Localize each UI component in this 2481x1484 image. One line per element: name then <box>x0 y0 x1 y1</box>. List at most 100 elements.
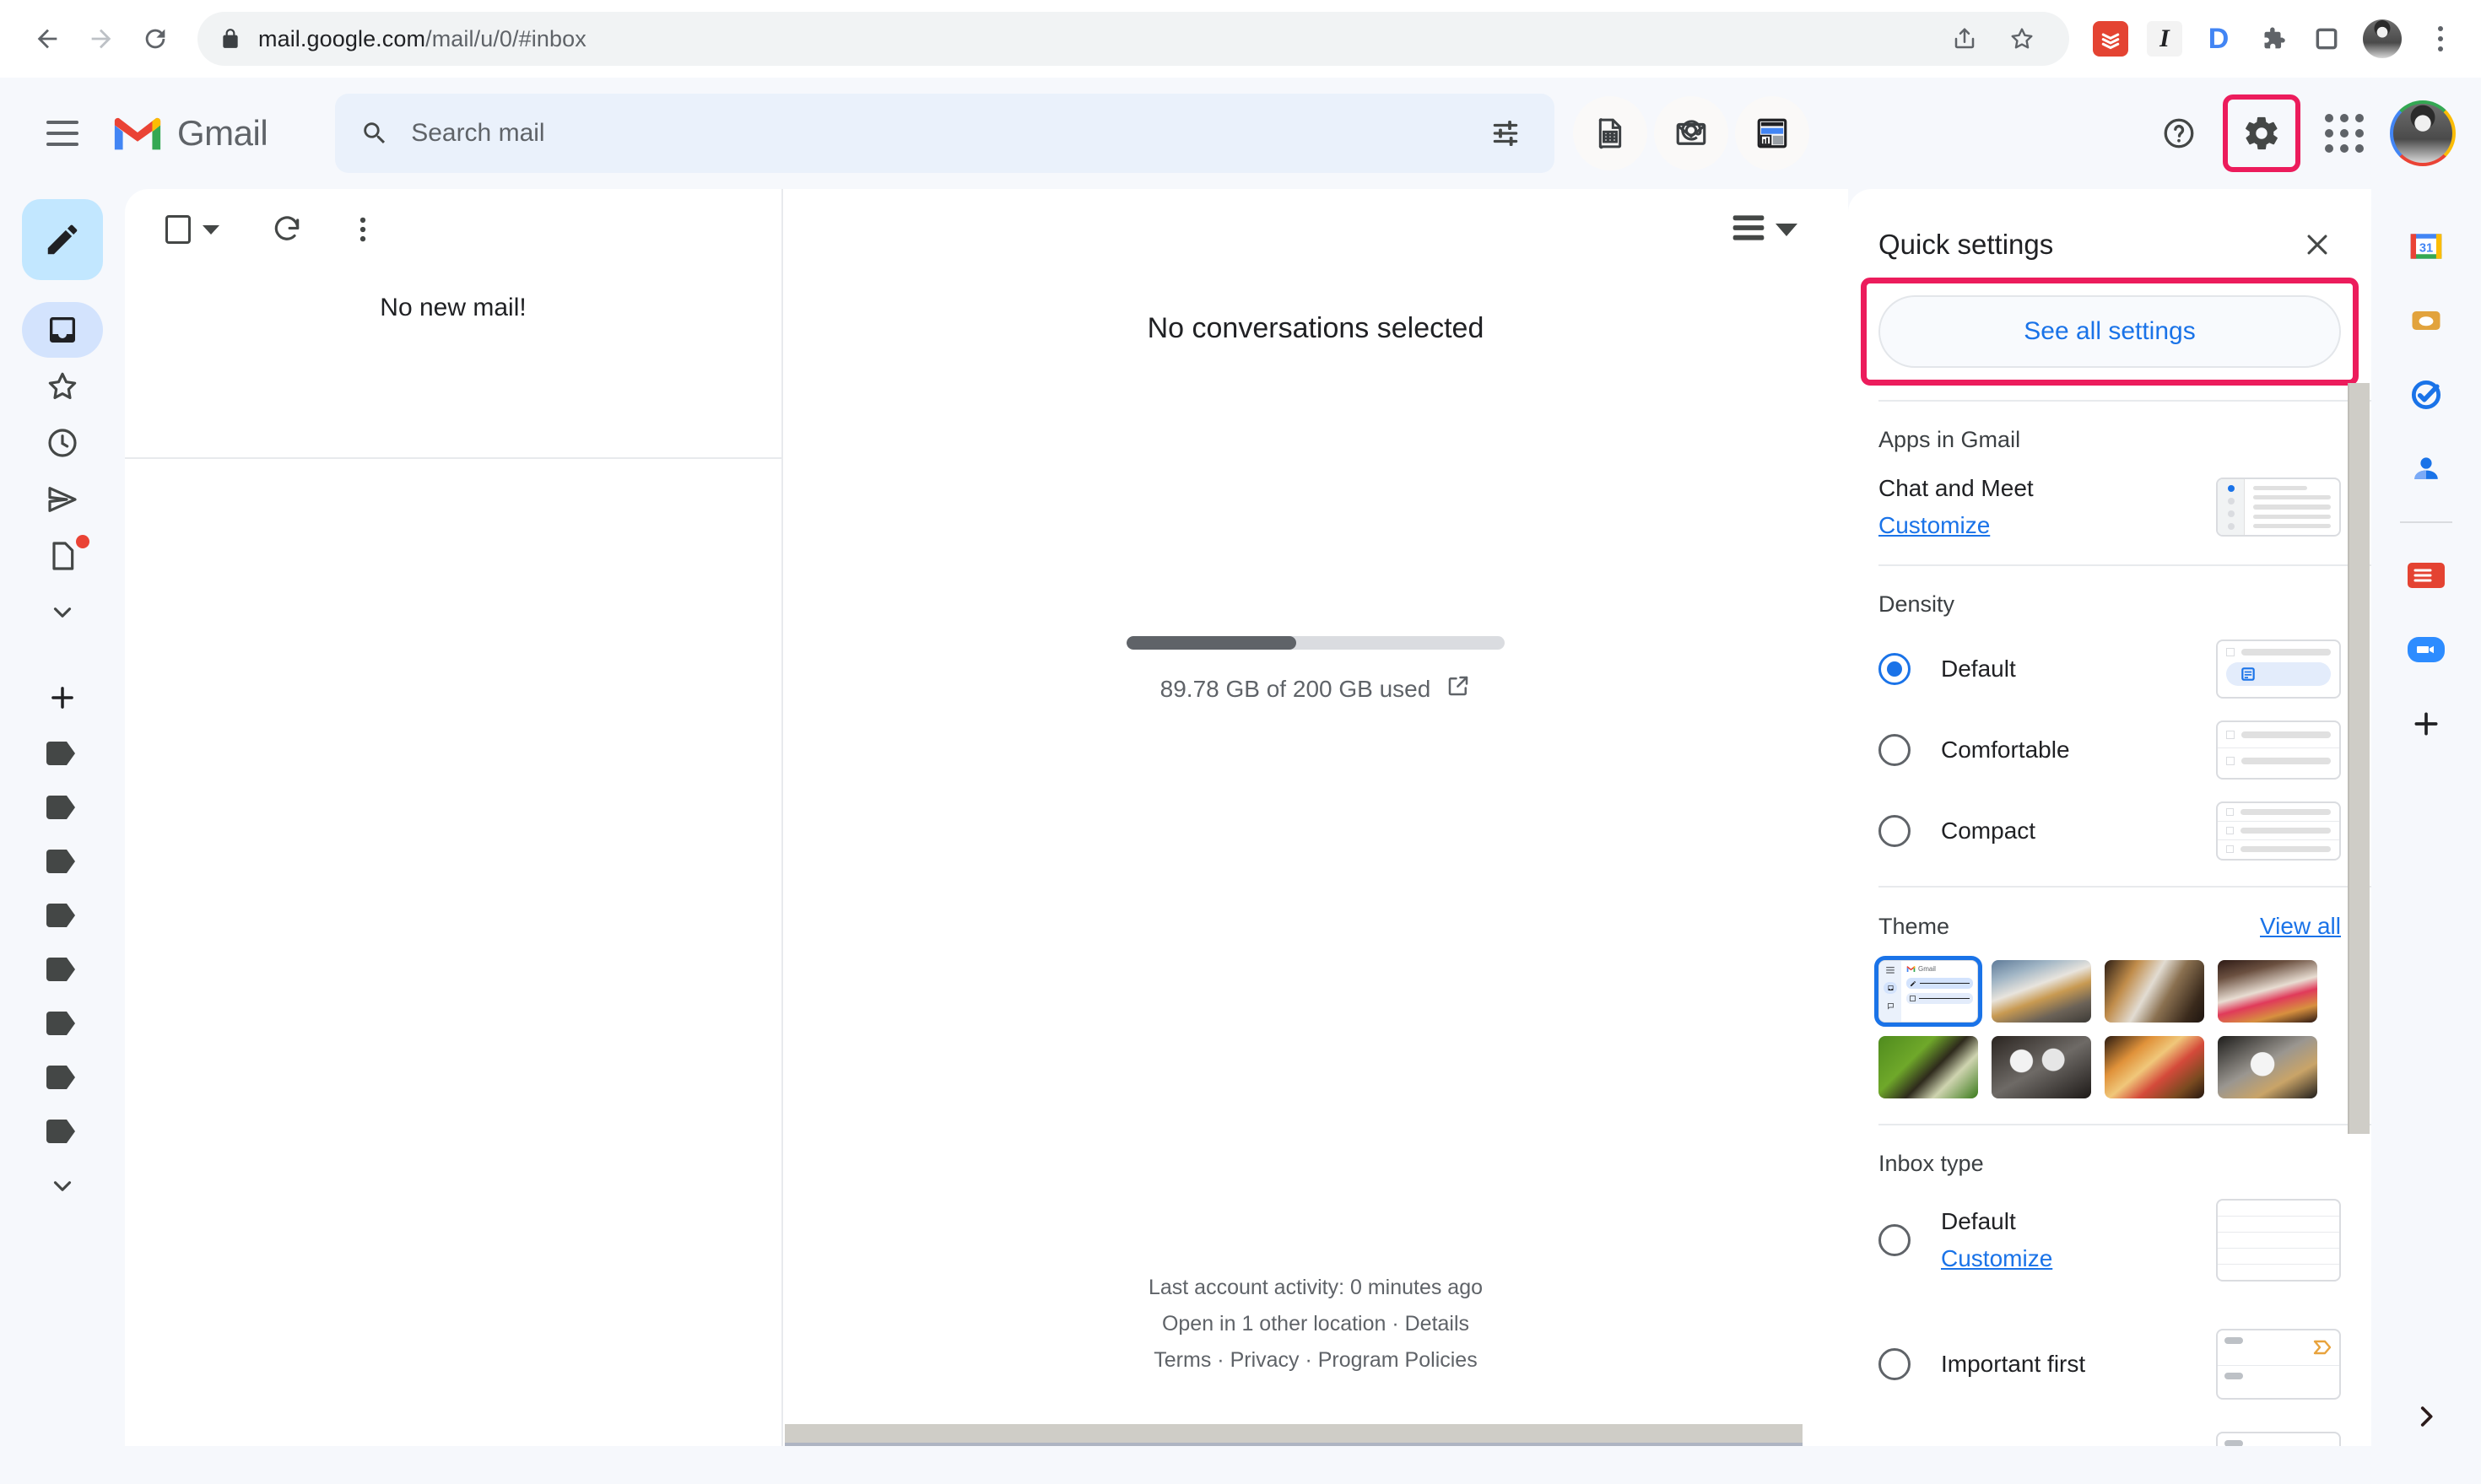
sidebar-label-1[interactable] <box>22 726 103 780</box>
density-default-preview <box>2216 639 2341 699</box>
address-bar[interactable]: mail.google.com/mail/u/0/#inbox <box>197 12 2069 66</box>
display-chevron-down-icon[interactable] <box>1776 223 1797 236</box>
program-policies-link[interactable]: Program Policies <box>1318 1348 1478 1372</box>
privacy-link[interactable]: Privacy <box>1230 1348 1300 1372</box>
display-density-icon[interactable] <box>1730 212 1767 248</box>
theme-photo-architecture-tile[interactable] <box>2105 960 2204 1023</box>
horizontal-scrollbar[interactable] <box>785 1424 1803 1446</box>
back-arrow-icon[interactable] <box>20 12 74 66</box>
sidebar-item-inbox[interactable] <box>22 302 103 358</box>
theme-heading: Theme <box>1878 913 1950 939</box>
chrome-profile-avatar[interactable] <box>2363 19 2402 58</box>
google-contacts-icon[interactable] <box>2389 432 2463 506</box>
sidebar-item-starred[interactable] <box>22 359 103 414</box>
star-icon[interactable] <box>1997 13 2047 64</box>
chrome-menu-icon[interactable] <box>2420 19 2461 59</box>
puzzle-extension-icon[interactable] <box>2255 21 2290 57</box>
google-apps-grid-icon[interactable] <box>2307 96 2381 170</box>
density-default-radio[interactable] <box>1878 653 1911 685</box>
inbox-type-option-important-first[interactable]: Important first <box>1878 1329 2341 1400</box>
reload-icon[interactable] <box>128 12 182 66</box>
density-option-comfortable[interactable]: Comfortable <box>1878 720 2341 780</box>
theme-photo-clouds-tile[interactable] <box>1992 960 2091 1023</box>
inbox-type-default-label: Default <box>1941 1208 2016 1234</box>
sidebar-label-6[interactable] <box>22 996 103 1050</box>
search-box[interactable] <box>335 94 1555 173</box>
sidebar-item-snoozed[interactable] <box>22 415 103 471</box>
todoist-extension-icon[interactable] <box>2093 21 2128 57</box>
quick-settings-vertical-scrollbar[interactable] <box>2348 383 2370 1134</box>
zoom-addon-icon[interactable] <box>2389 612 2463 687</box>
more-options-icon[interactable] <box>332 199 393 260</box>
theme-grid: Gmail <box>1874 956 2341 1098</box>
hamburger-menu-icon[interactable] <box>25 96 100 170</box>
gear-icon[interactable] <box>2223 94 2300 172</box>
inbox-type-customize-link[interactable]: Customize <box>1941 1245 2052 1272</box>
theme-default-light-tile[interactable]: Gmail <box>1874 956 1982 1027</box>
inbox-type-default-radio[interactable] <box>1878 1224 1911 1256</box>
add-addon-icon[interactable] <box>2389 687 2463 761</box>
legal-sep-1: · <box>1211 1348 1230 1372</box>
share-icon[interactable] <box>1939 13 1990 64</box>
theme-photo-autumn-tile[interactable] <box>2105 1036 2204 1098</box>
inbox-type-option-partial[interactable] <box>1878 1432 2341 1446</box>
google-account-avatar[interactable] <box>2390 100 2456 166</box>
open-in-new-icon[interactable] <box>1446 673 1471 704</box>
open-locations[interactable]: Open in 1 other location · Details <box>783 1306 1848 1342</box>
search-input[interactable] <box>411 119 1483 148</box>
density-comfortable-preview <box>2216 720 2341 780</box>
density-option-compact[interactable]: Compact <box>1878 801 2341 861</box>
select-all-checkbox[interactable] <box>162 199 223 260</box>
inbox-type-partial-preview <box>2216 1432 2341 1446</box>
theme-photo-bubbles-tile[interactable] <box>1992 1036 2091 1098</box>
chat-customize-link[interactable]: Customize <box>1878 512 1990 539</box>
density-option-default[interactable]: Default <box>1878 639 2341 699</box>
sidebar-label-3[interactable] <box>22 834 103 888</box>
sidebar-label-8[interactable] <box>22 1104 103 1158</box>
apps-in-gmail-section: Apps in Gmail Chat and Meet Customize <box>1848 402 2371 564</box>
docs-extension-icon[interactable]: D <box>2201 21 2236 57</box>
sidebar-item-drafts[interactable] <box>22 528 103 584</box>
svg-text:31: 31 <box>2419 241 2433 255</box>
search-options-icon[interactable] <box>1482 110 1529 157</box>
sidebar-label-4[interactable] <box>22 888 103 942</box>
terms-link[interactable]: Terms <box>1154 1348 1211 1372</box>
forward-arrow-icon[interactable] <box>74 12 128 66</box>
theme-photo-stones-tile[interactable] <box>2218 1036 2317 1098</box>
sidebar-label-2[interactable] <box>22 780 103 834</box>
sidebar-labels-more-chevron-down-icon[interactable] <box>22 1158 103 1214</box>
todoist-addon-icon[interactable] <box>2389 538 2463 612</box>
dashboard-icon[interactable] <box>1735 96 1810 170</box>
gmail-brand[interactable]: Gmail <box>111 113 268 154</box>
compose-pencil-icon[interactable] <box>22 199 103 280</box>
refresh-icon[interactable] <box>257 199 317 260</box>
quick-settings-header: Quick settings <box>1848 189 2371 278</box>
email-list-pane: No new mail! <box>125 189 781 1446</box>
sidebar-label-7[interactable] <box>22 1050 103 1104</box>
help-icon[interactable] <box>2142 96 2216 170</box>
sidebar-label-5[interactable] <box>22 942 103 996</box>
google-keep-icon[interactable] <box>2389 283 2463 358</box>
chevron-right-icon[interactable] <box>2389 1379 2463 1454</box>
sidebar-more-chevron-down-icon[interactable] <box>22 585 103 640</box>
inbox-type-important-first-radio[interactable] <box>1878 1348 1911 1380</box>
rail-divider <box>2400 521 2452 523</box>
see-all-settings-button[interactable]: See all settings <box>1878 295 2341 368</box>
density-comfortable-radio[interactable] <box>1878 734 1911 766</box>
browser-toolbar: mail.google.com/mail/u/0/#inbox I D <box>0 0 2481 78</box>
theme-photo-leaf-tile[interactable] <box>1878 1036 1978 1098</box>
google-tasks-icon[interactable] <box>2389 358 2463 432</box>
close-icon[interactable] <box>2292 219 2343 270</box>
create-new-label-plus-icon[interactable] <box>22 670 103 726</box>
sidebar-item-sent[interactable] <box>22 472 103 527</box>
google-calendar-icon[interactable]: 31 <box>2389 209 2463 283</box>
density-compact-radio[interactable] <box>1878 815 1911 847</box>
theme-photo-landscape-tile[interactable] <box>2218 960 2317 1023</box>
theme-view-all-link[interactable]: View all <box>2260 913 2341 940</box>
italic-extension-icon[interactable]: I <box>2147 21 2182 57</box>
mail-at-icon[interactable] <box>1654 96 1729 170</box>
sidepanel-extension-icon[interactable] <box>2309 21 2344 57</box>
inbox-type-option-default[interactable]: Default Customize <box>1878 1199 2341 1282</box>
sheets-app-icon[interactable] <box>1573 96 1648 170</box>
select-all-chevron-down-icon[interactable] <box>203 224 219 235</box>
